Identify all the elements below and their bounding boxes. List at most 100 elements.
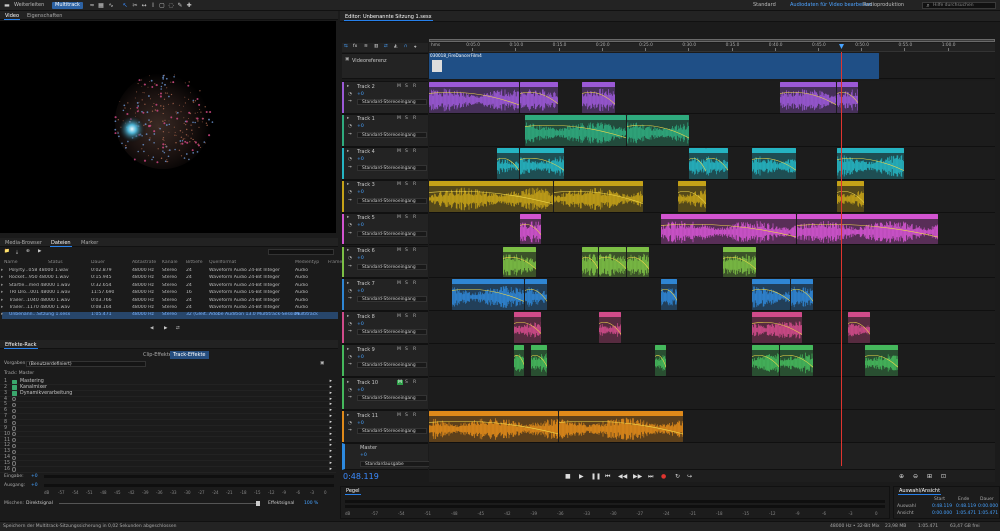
audio-clip[interactable] (598, 312, 621, 344)
track-header[interactable]: ▸ Track 11 M S R +0 ◔ Standard-Stereoeingang → (342, 410, 428, 443)
power-icon[interactable] (12, 443, 17, 449)
brush-icon[interactable]: ✎ (176, 2, 184, 9)
track-input-select[interactable]: Standard-Stereoeingang (357, 263, 427, 270)
effect-slot[interactable]: 16 ▸ (0, 467, 336, 473)
table-row[interactable]: ▸ Trailer...1040 48000 1.wav 0:03.766 48000… (1, 298, 338, 304)
audio-clip[interactable] (513, 345, 525, 377)
audio-clip[interactable]: TRI Drone - 001 48000 1 (429, 411, 559, 442)
mute-button[interactable]: M (397, 347, 401, 352)
record-arm-button[interactable]: R (413, 149, 416, 154)
time-ruler[interactable]: hms 0:05.0 0:10.0 0:15.0 0:20.0 0:25.0 0:30.0… (429, 43, 995, 52)
sel-end[interactable]: 0:48.119 (956, 504, 976, 509)
presets-select[interactable]: (Benutzerdefiniert) (26, 361, 146, 367)
track-header[interactable]: ▸ Track 4 M S R +0 ◔ Standard-Stereoeingang → (342, 146, 428, 180)
table-row[interactable]: ▸ Trailer...1170 48000 1.wav 0:08.164 48000… (1, 305, 338, 311)
track-header-master[interactable]: Master +0 Standardausgabe (342, 442, 430, 470)
tab-files[interactable]: Dateien (48, 239, 74, 247)
audio-clip[interactable] (496, 147, 519, 179)
expand-icon[interactable]: ▸ (347, 314, 349, 319)
pitch-icon[interactable]: ∿ (107, 2, 115, 9)
audio-clip[interactable]: Electronics, Ventilation F... (751, 345, 780, 377)
volume-knob-icon[interactable]: ◔ (348, 124, 352, 129)
track-input-select[interactable]: Standard-Stereoeingang (357, 329, 427, 336)
master-output-select[interactable]: Standardausgabe (360, 460, 430, 467)
audio-clip[interactable] (530, 345, 548, 377)
skip-button[interactable]: ↪ (687, 473, 692, 480)
file-search-input[interactable] (268, 249, 334, 255)
track-header[interactable]: ▸ Track 5 M S R +0 ◔ Standard-Stereoeingang → (342, 212, 428, 246)
help-search-input[interactable]: Hilfe durchsuchen (922, 2, 996, 9)
sends-icon[interactable]: ≋ (364, 44, 368, 49)
track-name[interactable]: Track 4 (357, 149, 375, 155)
volume-knob-icon[interactable]: ◔ (348, 190, 352, 195)
power-icon[interactable] (12, 461, 17, 466)
solo-button[interactable]: S (405, 84, 408, 89)
mute-button[interactable]: M (397, 215, 401, 220)
track-header[interactable]: ▸ Track 6 M S R +0 ◔ Standard-Stereoeingang → (342, 245, 428, 279)
expand-icon[interactable]: ▸ (347, 182, 349, 187)
io-icon[interactable]: ⇄ (384, 44, 388, 49)
record-arm-button[interactable]: R (413, 380, 416, 385)
power-on-icon[interactable] (12, 379, 17, 385)
expand-icon[interactable]: ▸ (347, 380, 349, 385)
track-name[interactable]: Track 2 (357, 84, 375, 90)
power-icon[interactable] (12, 414, 17, 419)
audio-clip[interactable]: Crush M... (525, 279, 548, 311)
volume-knob-icon[interactable]: ◔ (348, 92, 352, 97)
snap-icon[interactable]: ∩ (404, 44, 407, 49)
track-name[interactable]: Track 11 (357, 413, 378, 419)
audio-clip[interactable]: Ambience, City, Rooftop, Distant Traffic… (553, 180, 644, 212)
track-lane[interactable]: Starship Strings 1 normalized converted … (429, 212, 995, 246)
record-arm-button[interactable]: R (413, 281, 416, 286)
record-arm-button[interactable]: R (413, 182, 416, 187)
mute-button[interactable]: M (397, 379, 403, 385)
audio-clip[interactable]: Electr... (598, 246, 627, 278)
table-row[interactable]: ▸ Startle...med 48000 1.wav 0:32.654 48000 … (1, 283, 338, 289)
track-lane[interactable]: Rocket, Space Ship... Plastic, Tray, Big.… (429, 146, 995, 180)
expand-icon[interactable]: ▸ (347, 413, 349, 418)
expand-icon[interactable]: ▸ (347, 248, 349, 253)
track-header[interactable]: ▸ Track 1 M S R +0 ◔ Standard-Stereoeingang → (342, 113, 428, 147)
track-name[interactable]: Track 10 (357, 380, 378, 386)
audio-clip[interactable] (661, 279, 678, 311)
autoplay-icon[interactable]: ⇄ (176, 326, 180, 331)
zoom-out-button[interactable]: ⊖ (913, 473, 918, 480)
track-lane[interactable]: Human, Vocal, Whispering, Male, Close, S… (429, 113, 995, 147)
record-button[interactable]: ● (661, 473, 666, 480)
loop-button[interactable]: ↻ (675, 473, 680, 480)
track-volume[interactable]: +0 (357, 322, 364, 327)
save-preset-icon[interactable]: ▣ (320, 361, 324, 366)
track-volume[interactable]: +0 (357, 157, 364, 162)
mute-button[interactable]: M (397, 84, 401, 89)
master-volume[interactable]: +0 (360, 453, 367, 458)
track-input-select[interactable]: Standard-Stereoeingang (357, 99, 427, 105)
solo-button[interactable]: S (405, 347, 408, 352)
tracks-icon[interactable]: ⇆ (344, 44, 348, 49)
volume-knob-icon[interactable]: ◔ (348, 421, 352, 426)
sel-duration[interactable]: 0:00.000 (978, 504, 998, 509)
solo-button[interactable]: S (405, 116, 408, 121)
mute-button[interactable]: M (397, 281, 401, 286)
track-name[interactable]: Track 3 (357, 182, 375, 188)
rewind-button[interactable]: ◀◀ (618, 473, 627, 480)
track-volume[interactable]: +0 (357, 190, 364, 195)
audio-clip[interactable]: Alarm, Evacuation, Rollum... (751, 312, 802, 344)
workspace-multitrack-button[interactable]: Multitrack (52, 2, 83, 9)
time-select-icon[interactable]: I (149, 2, 157, 9)
audio-clip[interactable]: Plastic, Tray, Big... (689, 147, 706, 179)
track-volume[interactable]: +0 (357, 223, 364, 228)
track-header[interactable]: ▸ Track 10 M S R +0 ◔ Standard-Stereoeingang → (342, 377, 428, 410)
audio-clip[interactable]: Impact Re... (627, 114, 689, 146)
track-lane[interactable]: Electronics, Ventilation F...Electroness… (429, 344, 995, 378)
audio-clip[interactable]: Ambience... (581, 82, 615, 113)
track-name[interactable]: Track 9 (357, 347, 375, 353)
power-icon[interactable] (12, 408, 17, 414)
mute-button[interactable]: M (397, 314, 401, 319)
audio-clip[interactable]: Source, Impact, Dark Stream 01 5806 36..… (836, 147, 904, 179)
track-volume[interactable]: +0 (357, 388, 364, 393)
input-gain-value[interactable]: +0 (31, 474, 38, 479)
audio-clip[interactable]: Human, Vocal, Whispering, Male, Close, S… (525, 114, 627, 146)
track-volume[interactable]: +0 (357, 289, 364, 294)
track-header[interactable]: ▸ Track 9 M S R +0 ◔ Standard-Stereoeingang → (342, 344, 428, 378)
slot-menu-icon[interactable]: ▸ (330, 467, 332, 473)
